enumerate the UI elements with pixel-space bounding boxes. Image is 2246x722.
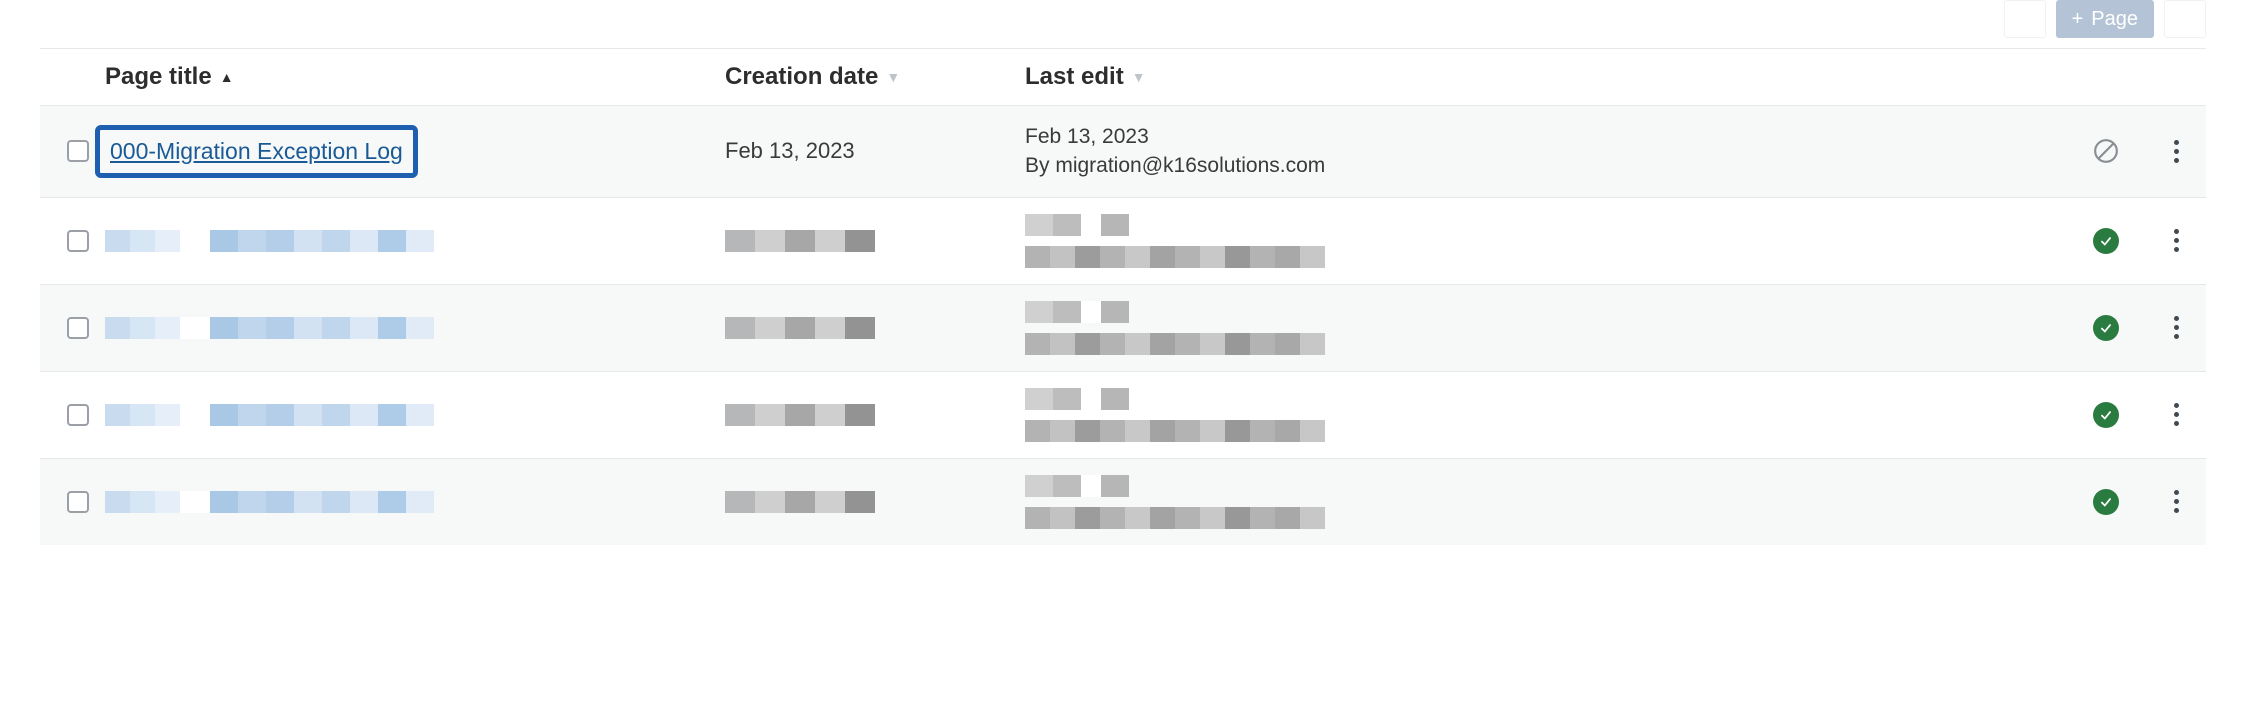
row-actions-menu[interactable] [2174, 490, 2179, 513]
toolbar-more-button[interactable] [2164, 0, 2206, 38]
plus-icon: + [2072, 8, 2084, 31]
pages-table: Page title ▲ Creation date ▼ Last edit ▼… [40, 48, 2206, 545]
table-row [40, 371, 2206, 458]
row-actions-menu[interactable] [2174, 140, 2179, 163]
last-edit-date: Feb 13, 2023 [1025, 122, 2066, 151]
unpublished-icon[interactable] [2093, 138, 2119, 164]
redacted-date [725, 404, 1025, 426]
redacted-title [105, 404, 725, 426]
redacted-edit [1025, 301, 2066, 355]
redacted-edit [1025, 475, 2066, 529]
published-icon[interactable] [2093, 315, 2119, 341]
column-header-title[interactable]: Page title ▲ [105, 63, 725, 91]
row-actions-menu[interactable] [2174, 229, 2179, 252]
published-icon[interactable] [2093, 489, 2119, 515]
row-checkbox[interactable] [67, 491, 89, 513]
published-icon[interactable] [2093, 402, 2119, 428]
creation-date: Feb 13, 2023 [725, 138, 855, 163]
row-actions-menu[interactable] [2174, 316, 2179, 339]
redacted-title [105, 491, 725, 513]
table-row [40, 458, 2206, 545]
table-row [40, 284, 2206, 371]
table-row: 000-Migration Exception Log Feb 13, 2023… [40, 105, 2206, 197]
redacted-title [105, 317, 725, 339]
last-edit-author: By migration@k16solutions.com [1025, 151, 2066, 180]
row-actions-menu[interactable] [2174, 403, 2179, 426]
redacted-date [725, 230, 1025, 252]
redacted-title [105, 230, 725, 252]
toolbar: + Page [40, 0, 2206, 48]
column-header-creation[interactable]: Creation date ▼ [725, 63, 1025, 91]
sort-caret-icon: ▼ [886, 69, 900, 85]
sort-caret-icon: ▼ [1132, 69, 1146, 85]
row-checkbox[interactable] [67, 404, 89, 426]
redacted-date [725, 317, 1025, 339]
redacted-date [725, 491, 1025, 513]
row-checkbox[interactable] [67, 230, 89, 252]
row-checkbox[interactable] [67, 317, 89, 339]
redacted-edit [1025, 214, 2066, 268]
column-header-edit[interactable]: Last edit ▼ [1025, 63, 2066, 91]
row-checkbox[interactable] [67, 140, 89, 162]
page-title-link[interactable]: 000-Migration Exception Log [110, 138, 403, 164]
table-header-row: Page title ▲ Creation date ▼ Last edit ▼ [40, 49, 2206, 105]
add-page-button[interactable]: + Page [2056, 0, 2154, 38]
toolbar-icon-button[interactable] [2004, 0, 2046, 38]
table-row [40, 197, 2206, 284]
add-page-label: Page [2091, 8, 2138, 31]
redacted-edit [1025, 388, 2066, 442]
published-icon[interactable] [2093, 228, 2119, 254]
sort-asc-icon: ▲ [220, 69, 234, 85]
highlight-annotation: 000-Migration Exception Log [95, 125, 418, 178]
